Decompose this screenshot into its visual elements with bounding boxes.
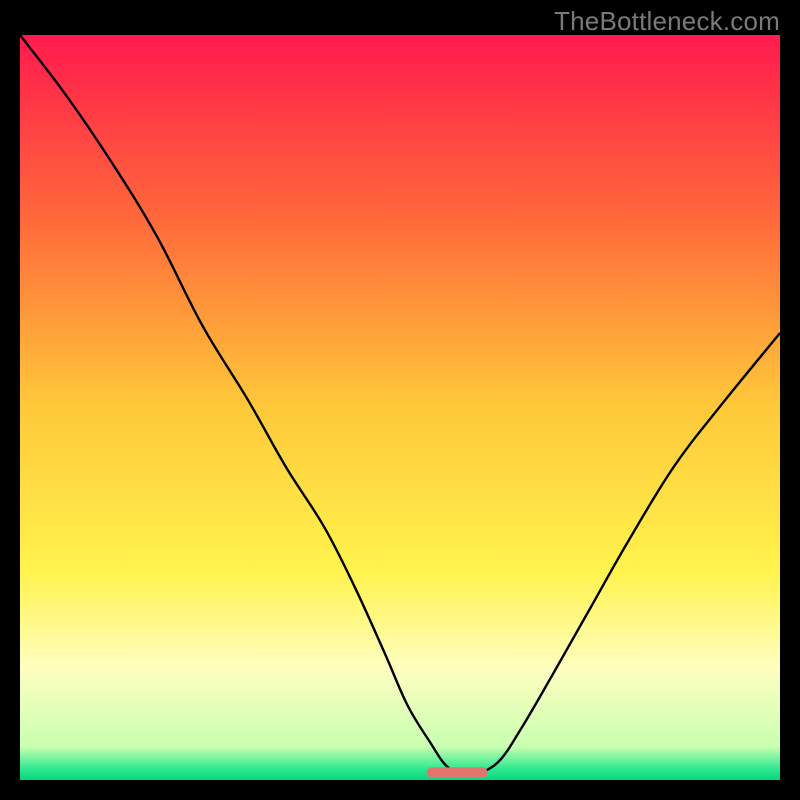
chart-background: [20, 35, 780, 780]
chart-frame: TheBottleneck.com: [0, 0, 800, 800]
optimal-range-marker: [427, 767, 488, 777]
watermark-text: TheBottleneck.com: [554, 6, 780, 37]
bottleneck-chart: [20, 35, 780, 780]
